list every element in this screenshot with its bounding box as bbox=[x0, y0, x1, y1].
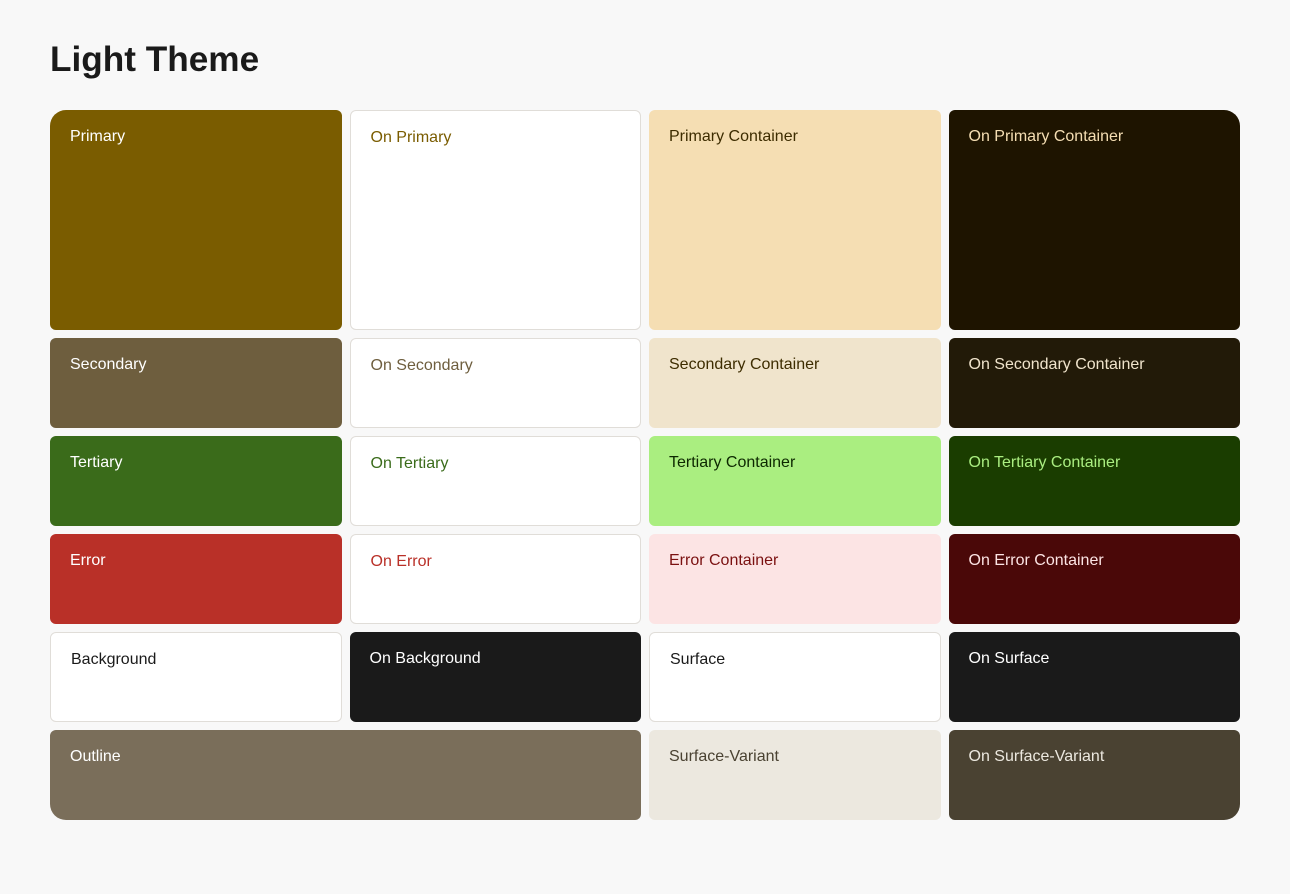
color-cell: On Tertiary bbox=[350, 436, 642, 526]
color-cell: Primary Container bbox=[649, 110, 941, 330]
color-cell-label: On Surface-Variant bbox=[969, 748, 1105, 766]
color-cell: Primary bbox=[50, 110, 342, 330]
color-cell-label: On Error Container bbox=[969, 552, 1104, 570]
color-cell-label: On Background bbox=[370, 650, 481, 668]
color-cell-label: On Primary Container bbox=[969, 128, 1124, 146]
color-cell: On Tertiary Container bbox=[949, 436, 1241, 526]
color-grid: Primary On Primary Primary Container On Pri… bbox=[50, 110, 1240, 820]
color-cell-label: On Error bbox=[371, 553, 432, 571]
color-cell-label: Error Container bbox=[669, 552, 778, 570]
color-cell: Error bbox=[50, 534, 342, 624]
color-cell: On Secondary bbox=[350, 338, 642, 428]
color-cell: On Primary bbox=[350, 110, 642, 330]
color-cell-label: Primary Container bbox=[669, 128, 798, 146]
color-cell-label: Secondary Container bbox=[669, 356, 819, 374]
color-cell-label: On Primary bbox=[371, 129, 452, 147]
color-cell: Outline bbox=[50, 730, 641, 820]
color-cell-label: On Secondary Container bbox=[969, 356, 1145, 374]
color-cell: Tertiary bbox=[50, 436, 342, 526]
color-cell-label: Error bbox=[70, 552, 106, 570]
color-cell-label: On Surface bbox=[969, 650, 1050, 668]
color-cell-label: Tertiary Container bbox=[669, 454, 795, 472]
color-cell: On Error bbox=[350, 534, 642, 624]
color-cell: Secondary Container bbox=[649, 338, 941, 428]
color-cell: On Surface bbox=[949, 632, 1241, 722]
color-cell-label: Tertiary bbox=[70, 454, 122, 472]
color-cell-label: Surface bbox=[670, 651, 725, 669]
color-cell-label: On Tertiary bbox=[371, 455, 449, 473]
color-cell: On Surface-Variant bbox=[949, 730, 1241, 820]
color-cell: Surface-Variant bbox=[649, 730, 941, 820]
color-cell: Secondary bbox=[50, 338, 342, 428]
color-cell-label: Primary bbox=[70, 128, 125, 146]
color-cell: Background bbox=[50, 632, 342, 722]
color-cell-label: Background bbox=[71, 651, 156, 669]
color-cell: On Error Container bbox=[949, 534, 1241, 624]
color-cell-label: On Tertiary Container bbox=[969, 454, 1121, 472]
color-cell-label: On Secondary bbox=[371, 357, 473, 375]
color-cell: On Primary Container bbox=[949, 110, 1241, 330]
color-cell-label: Surface-Variant bbox=[669, 748, 779, 766]
color-cell: Surface bbox=[649, 632, 941, 722]
color-cell-label: Outline bbox=[70, 748, 121, 766]
color-cell: On Secondary Container bbox=[949, 338, 1241, 428]
page-title: Light Theme bbox=[50, 40, 1240, 80]
color-cell: Error Container bbox=[649, 534, 941, 624]
color-cell: On Background bbox=[350, 632, 642, 722]
color-cell-label: Secondary bbox=[70, 356, 147, 374]
color-cell: Tertiary Container bbox=[649, 436, 941, 526]
